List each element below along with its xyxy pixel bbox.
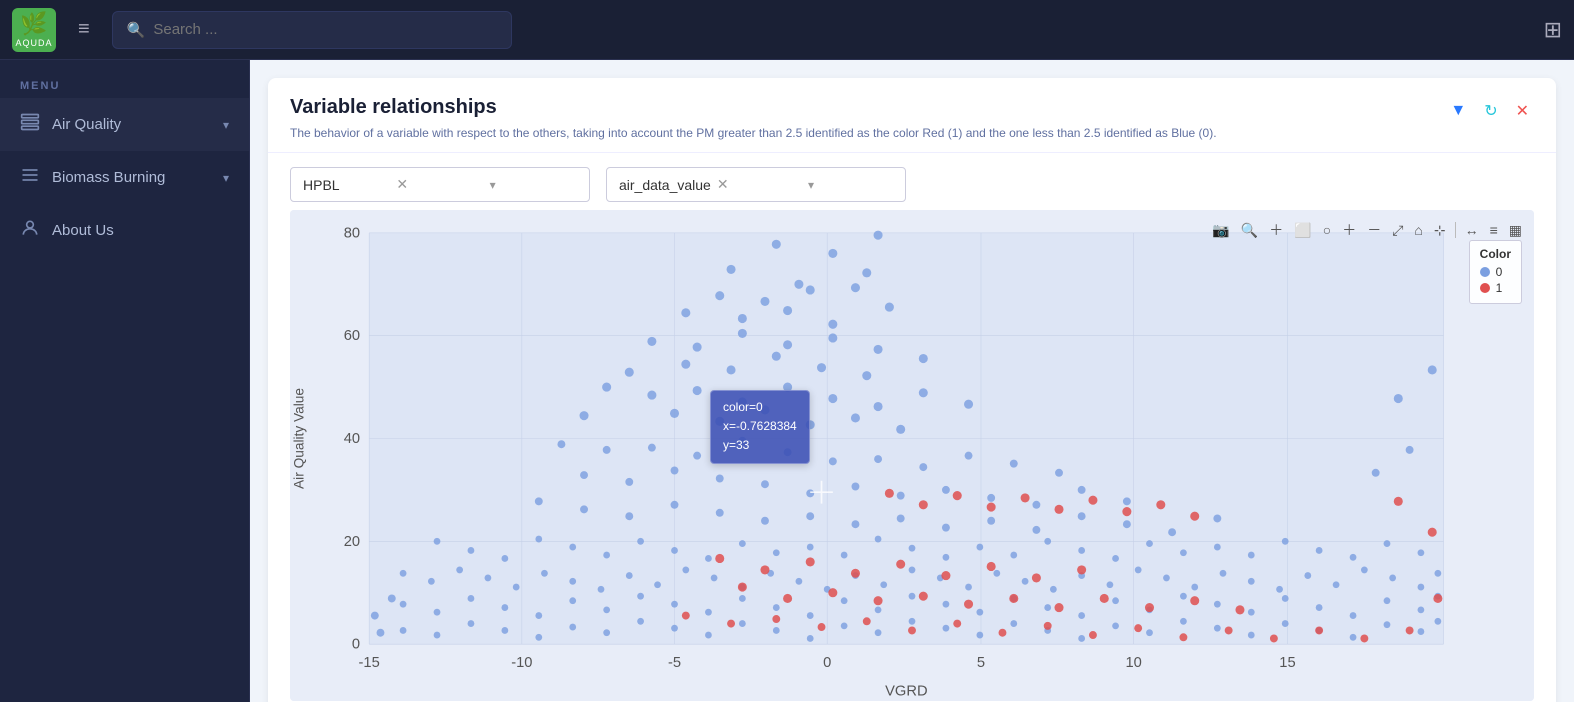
dropdowns-row: HPBL ✕ ▾ air_data_value ✕ ▾ xyxy=(268,153,1556,202)
y-variable-value: air_data_value xyxy=(619,177,711,193)
svg-text:10: 10 xyxy=(1125,655,1141,671)
scatter-svg: 0 20 40 60 80 -15 -10 -5 0 5 xyxy=(290,210,1534,701)
list-icon xyxy=(20,165,40,190)
main-layout: MENU Air Quality ▾ Biomass Burning ▾ xyxy=(0,60,1574,702)
topbar: 🌿 AQUDA ≡ 🔍 ⊞ xyxy=(0,0,1574,60)
home-icon[interactable]: ⌂ xyxy=(1410,220,1426,240)
sidebar-item-about-us[interactable]: About Us xyxy=(0,204,249,257)
card-title: Variable relationships xyxy=(290,96,1437,119)
hamburger-button[interactable]: ≡ xyxy=(68,12,100,47)
y-variable-clear-button[interactable]: ✕ xyxy=(717,176,802,193)
svg-text:0: 0 xyxy=(352,637,360,653)
lasso-icon[interactable]: ○ xyxy=(1319,220,1335,240)
toolbar-divider xyxy=(1455,222,1456,238)
expand-icon[interactable]: ⤢ xyxy=(1388,220,1407,241)
svg-text:Air Quality Value: Air Quality Value xyxy=(292,388,307,489)
svg-text:20: 20 xyxy=(344,534,360,550)
legend-dot-blue xyxy=(1480,267,1490,277)
person-icon xyxy=(20,218,40,243)
layers-icon xyxy=(20,112,40,137)
legend-label-0: 0 xyxy=(1496,265,1503,279)
select-box-icon[interactable]: ⬜ xyxy=(1290,220,1315,241)
scatter-plot[interactable]: 📷 🔍 ＋ ⬜ ○ ＋ － ⤢ ⌂ ⊹ ↔ ≡ ▦ xyxy=(290,210,1534,701)
y-variable-dropdown[interactable]: air_data_value ✕ ▾ xyxy=(606,167,906,202)
camera-icon[interactable]: 📷 xyxy=(1208,220,1233,241)
variable-relationships-card: Variable relationships The behavior of a… xyxy=(268,78,1556,702)
search-bar[interactable]: 🔍 xyxy=(112,11,512,49)
sidebar-label-air-quality: Air Quality xyxy=(52,116,121,133)
close-button[interactable]: ✕ xyxy=(1511,98,1534,124)
chart-container: 📷 🔍 ＋ ⬜ ○ ＋ － ⤢ ⌂ ⊹ ↔ ≡ ▦ xyxy=(268,202,1556,702)
zoom-icon[interactable]: 🔍 xyxy=(1237,220,1262,241)
x-variable-arrow-icon: ▾ xyxy=(490,178,577,192)
content-area: Variable relationships The behavior of a… xyxy=(250,60,1574,702)
app-name: AQUDA xyxy=(15,38,52,48)
svg-text:5: 5 xyxy=(977,655,985,671)
search-input[interactable] xyxy=(153,21,496,38)
svg-text:-15: -15 xyxy=(359,655,380,671)
chevron-down-icon: ▾ xyxy=(223,171,229,185)
pan-icon[interactable]: ↔ xyxy=(1461,220,1483,240)
layers-icon[interactable]: ⊞ xyxy=(1544,17,1562,43)
spike-lines-icon[interactable]: ⊹ xyxy=(1430,220,1450,241)
svg-text:40: 40 xyxy=(344,431,360,447)
sidebar-item-air-quality[interactable]: Air Quality ▾ xyxy=(0,98,249,151)
logo-icon: 🌿 xyxy=(20,11,47,37)
card-description: The behavior of a variable with respect … xyxy=(290,124,1437,142)
svg-text:0: 0 xyxy=(823,655,831,671)
card-actions: ▼ ↻ ✕ xyxy=(1445,98,1534,124)
plus-icon[interactable]: ＋ xyxy=(1265,218,1287,242)
card-header: Variable relationships The behavior of a… xyxy=(268,78,1556,153)
refresh-button[interactable]: ↻ xyxy=(1479,98,1502,124)
sidebar-item-biomass-burning[interactable]: Biomass Burning ▾ xyxy=(0,151,249,204)
sidebar-label-about-us: About Us xyxy=(52,222,114,239)
bar-chart-icon[interactable]: ▦ xyxy=(1505,220,1526,241)
card-title-area: Variable relationships The behavior of a… xyxy=(290,96,1437,142)
sidebar: MENU Air Quality ▾ Biomass Burning ▾ xyxy=(0,60,250,702)
svg-text:15: 15 xyxy=(1279,655,1295,671)
svg-text:VGRD: VGRD xyxy=(885,684,927,700)
legend-item-0: 0 xyxy=(1480,265,1511,279)
chart-legend: Color 0 1 xyxy=(1469,240,1522,304)
chevron-down-icon: ▾ xyxy=(223,118,229,132)
x-variable-clear-button[interactable]: ✕ xyxy=(396,176,483,193)
sidebar-label-biomass-burning: Biomass Burning xyxy=(52,169,165,186)
legend-label-1: 1 xyxy=(1496,281,1503,295)
svg-text:-10: -10 xyxy=(511,655,532,671)
search-icon: 🔍 xyxy=(127,21,146,39)
svg-text:80: 80 xyxy=(344,225,360,241)
zoom-out-icon[interactable]: － xyxy=(1363,218,1385,242)
y-variable-arrow-icon: ▾ xyxy=(808,178,893,192)
svg-text:60: 60 xyxy=(344,328,360,344)
svg-text:-5: -5 xyxy=(668,655,681,671)
x-variable-dropdown[interactable]: HPBL ✕ ▾ xyxy=(290,167,590,202)
x-variable-value: HPBL xyxy=(303,177,390,193)
logo: 🌿 AQUDA xyxy=(12,8,56,52)
menu-label: MENU xyxy=(0,70,249,98)
chart-toolbar: 📷 🔍 ＋ ⬜ ○ ＋ － ⤢ ⌂ ⊹ ↔ ≡ ▦ xyxy=(1208,218,1526,242)
compare-icon[interactable]: ≡ xyxy=(1486,220,1502,240)
legend-dot-red xyxy=(1480,283,1490,293)
zoom-in-icon[interactable]: ＋ xyxy=(1338,218,1360,242)
legend-title: Color xyxy=(1480,247,1511,261)
legend-item-1: 1 xyxy=(1480,281,1511,295)
collapse-button[interactable]: ▼ xyxy=(1445,99,1471,123)
